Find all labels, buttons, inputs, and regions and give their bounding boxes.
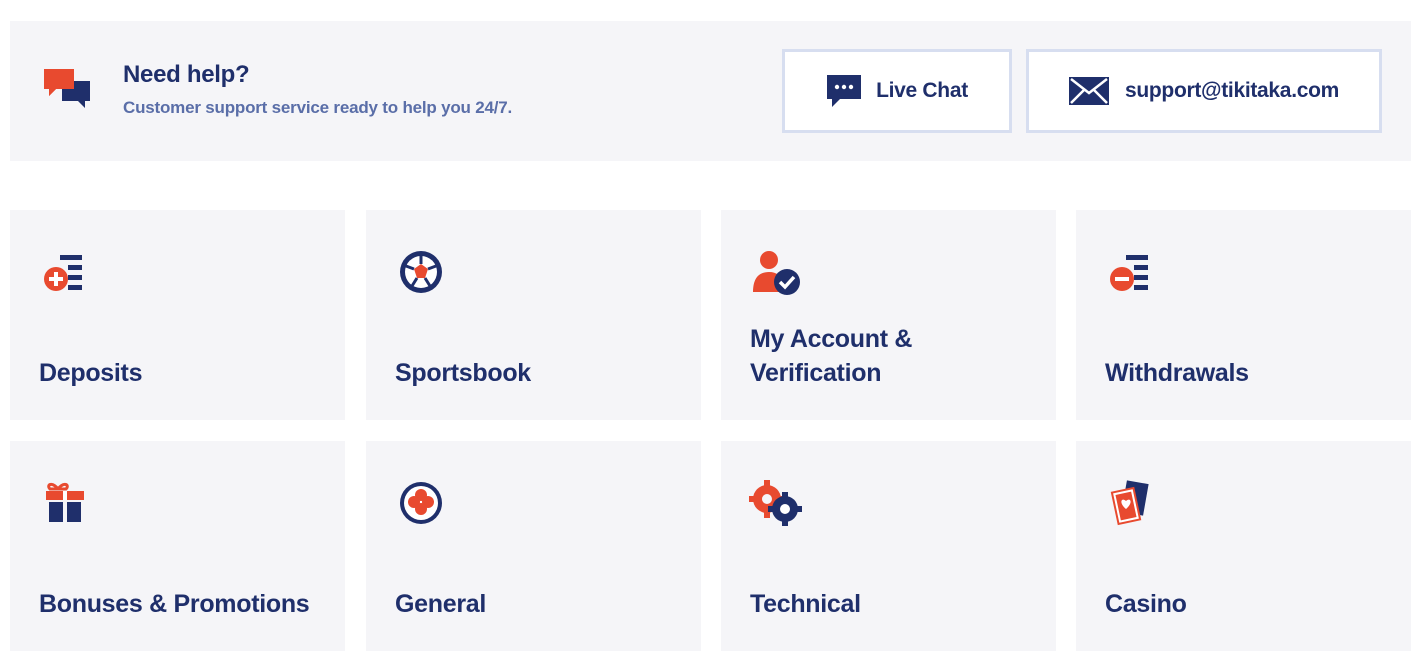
live-chat-label: Live Chat bbox=[876, 79, 968, 102]
account-verified-icon bbox=[753, 251, 800, 295]
category-label: Bonuses & Promotions bbox=[39, 590, 310, 618]
category-bonuses-promotions[interactable]: Bonuses & Promotions bbox=[10, 441, 345, 651]
chat-icon bbox=[827, 75, 862, 107]
category-label: Withdrawals bbox=[1105, 359, 1249, 387]
category-label: General bbox=[395, 590, 487, 618]
category-label: Casino bbox=[1105, 590, 1187, 618]
category-withdrawals[interactable]: Withdrawals bbox=[1076, 210, 1411, 420]
deposit-icon bbox=[44, 255, 82, 291]
live-chat-button[interactable]: Live Chat bbox=[782, 49, 1012, 133]
envelope-icon bbox=[1068, 77, 1109, 105]
gift-icon bbox=[46, 482, 84, 522]
category-technical[interactable]: Technical bbox=[721, 441, 1056, 651]
category-label: Technical bbox=[750, 590, 861, 618]
help-subtitle: Customer support service ready to help y… bbox=[123, 98, 513, 117]
category-label: My Account & Verification bbox=[750, 325, 913, 387]
category-label: Deposits bbox=[39, 359, 143, 387]
email-support-button[interactable]: support@tikitaka.com bbox=[1026, 49, 1382, 133]
category-general[interactable]: General bbox=[366, 441, 701, 651]
category-deposits[interactable]: Deposits bbox=[10, 210, 345, 420]
help-title: Need help? bbox=[123, 61, 250, 88]
category-account-verification[interactable]: My Account & Verification bbox=[721, 210, 1056, 420]
email-label: support@tikitaka.com bbox=[1124, 79, 1340, 102]
playing-cards-icon bbox=[1110, 480, 1149, 526]
clover-icon bbox=[400, 482, 442, 524]
category-casino[interactable]: Casino bbox=[1076, 441, 1411, 651]
withdrawal-icon bbox=[1110, 255, 1148, 291]
chat-bubbles-icon bbox=[44, 69, 90, 108]
gears-icon bbox=[749, 480, 802, 526]
category-sportsbook[interactable]: Sportsbook bbox=[366, 210, 701, 420]
support-banner: Need help? Customer support service read… bbox=[10, 21, 1411, 161]
category-label: Sportsbook bbox=[395, 359, 531, 387]
soccer-ball-icon bbox=[400, 251, 442, 293]
